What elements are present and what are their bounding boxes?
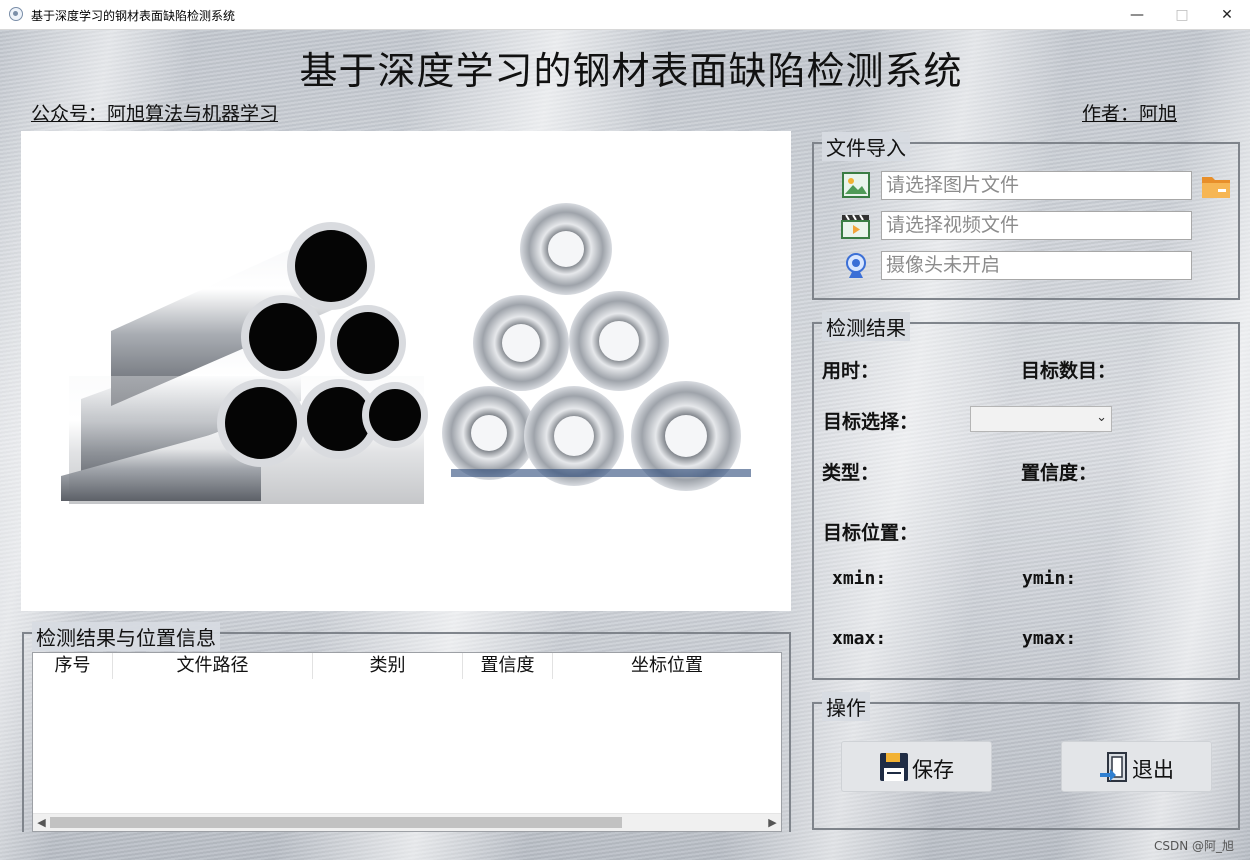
webcam-icon[interactable]	[844, 252, 868, 280]
scrollbar-thumb[interactable]	[50, 817, 622, 828]
target-select-label: 目标选择：	[823, 411, 919, 433]
camera-status-input[interactable]: 摄像头未开启	[881, 251, 1192, 280]
horizontal-scrollbar[interactable]: ◀ ▶	[33, 813, 781, 831]
steel-pipes	[61, 222, 428, 504]
detection-result-legend: 检测结果	[822, 312, 910, 341]
image-file-icon[interactable]	[842, 172, 870, 198]
xmin-label: xmin:	[832, 568, 887, 589]
save-button[interactable]: 保存	[841, 741, 992, 792]
results-table[interactable]: 序号 文件路径 类别 置信度 坐标位置 ◀ ▶	[32, 652, 782, 832]
window-titlebar: 基于深度学习的钢材表面缺陷检测系统 — □ ✕	[0, 0, 1250, 30]
exit-door-icon	[1100, 752, 1127, 782]
watermark: CSDN @阿_旭	[1154, 839, 1235, 853]
results-table-legend: 检测结果与位置信息	[32, 622, 220, 651]
close-button[interactable]: ✕	[1204, 0, 1250, 30]
video-file-icon[interactable]	[840, 212, 871, 240]
image-file-input[interactable]: 请选择图片文件	[881, 171, 1192, 200]
video-file-input[interactable]: 请选择视频文件	[881, 211, 1192, 240]
steel-products-image	[61, 203, 751, 504]
image-display-panel	[21, 131, 791, 611]
column-header-confidence[interactable]: 置信度	[463, 653, 553, 679]
ymax-label: ymax:	[1022, 628, 1077, 649]
xmax-label: xmax:	[832, 628, 887, 649]
scroll-right-icon[interactable]: ▶	[764, 814, 781, 831]
exit-button-label: 退出	[1132, 758, 1174, 782]
exit-button[interactable]: 退出	[1061, 741, 1212, 792]
operations-legend: 操作	[822, 692, 870, 721]
steel-coils	[442, 203, 751, 491]
column-header-file-path[interactable]: 文件路径	[113, 653, 313, 679]
ymin-label: ymin:	[1022, 568, 1077, 589]
open-folder-icon[interactable]	[1200, 171, 1232, 201]
time-label: 用时：	[822, 360, 880, 382]
type-label: 类型：	[822, 462, 880, 484]
author-label: 作者：阿旭	[1082, 103, 1178, 125]
window-title: 基于深度学习的钢材表面缺陷检测系统	[31, 9, 236, 23]
file-import-legend: 文件导入	[822, 132, 910, 161]
save-icon	[880, 753, 908, 781]
target-select-dropdown[interactable]: ⌄	[970, 406, 1112, 432]
target-count-label: 目标数目：	[1021, 360, 1117, 382]
maximize-button[interactable]: □	[1159, 0, 1205, 30]
wechat-label: 公众号：阿旭算法与机器学习	[31, 103, 279, 125]
save-button-label: 保存	[912, 758, 954, 782]
app-icon	[9, 7, 23, 21]
column-header-category[interactable]: 类别	[313, 653, 463, 679]
page-title: 基于深度学习的钢材表面缺陷检测系统	[299, 49, 963, 93]
table-header: 序号 文件路径 类别 置信度 坐标位置	[33, 653, 781, 679]
column-header-index[interactable]: 序号	[33, 653, 113, 679]
target-position-label: 目标位置：	[823, 522, 919, 544]
minimize-button[interactable]: —	[1114, 0, 1160, 30]
column-header-coordinates[interactable]: 坐标位置	[553, 653, 781, 679]
scroll-left-icon[interactable]: ◀	[33, 814, 50, 831]
confidence-label: 置信度：	[1021, 462, 1098, 484]
chevron-down-icon: ⌄	[1096, 410, 1107, 425]
